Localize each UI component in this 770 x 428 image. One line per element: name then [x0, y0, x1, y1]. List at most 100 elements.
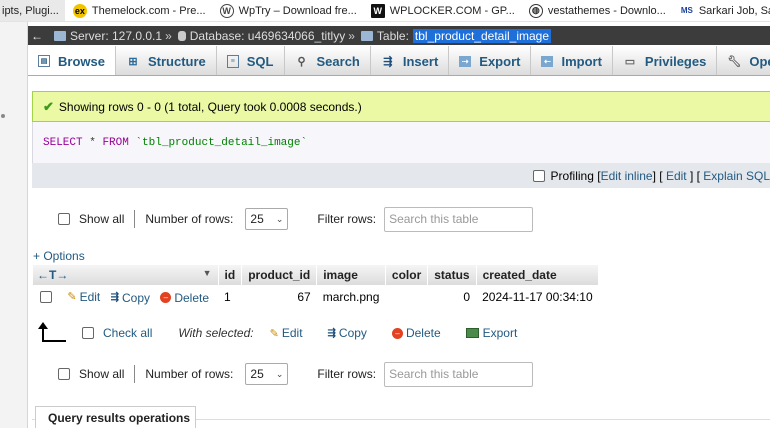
- rows-select[interactable]: 25 ⌄: [245, 363, 289, 385]
- tab-operations[interactable]: 🔧︎ Operations: [717, 46, 770, 75]
- edit-inline-link[interactable]: Edit inline: [601, 169, 653, 183]
- pencil-icon: ✎: [269, 327, 279, 340]
- search-icon: ⚲: [297, 55, 306, 68]
- explain-sql-link[interactable]: Explain SQL: [703, 169, 770, 183]
- tab-export[interactable]: ⇢ Export: [449, 46, 532, 75]
- column-header[interactable]: created_date: [476, 265, 600, 285]
- cell-created-date: 2024-11-17 00:34:10: [482, 290, 593, 304]
- bookmark-label: ipts, Plugi...: [2, 4, 59, 17]
- copy-icon: ⇶: [110, 292, 119, 304]
- bookmark-label: WpTry – Download fre...: [238, 4, 357, 17]
- chevron-down-icon: ⌄: [275, 213, 284, 224]
- show-all-label: Show all: [79, 212, 125, 226]
- tab-insert[interactable]: ⇶ Insert: [371, 46, 450, 75]
- column-header[interactable]: color: [385, 265, 429, 285]
- check-all-link[interactable]: Check all: [103, 326, 152, 340]
- divider: [134, 210, 136, 228]
- filter-label: Filter rows:: [317, 367, 377, 381]
- row-actions: ✎ Edit ⇶ Copy – Delete: [33, 285, 218, 309]
- bookmark-label: Sarkari Job, Sarkari Re...: [698, 4, 770, 17]
- show-all-checkbox[interactable]: [58, 368, 70, 380]
- bookmark-item[interactable]: MS Sarkari Job, Sarkari Re...: [680, 4, 770, 18]
- profiling-checkbox[interactable]: [532, 169, 545, 182]
- query-results-operations-tab[interactable]: Query results operations: [35, 406, 196, 428]
- breadcrumb-table-prefix[interactable]: Table:: [377, 29, 409, 43]
- return-arrow-icon: [38, 322, 66, 342]
- filter-input[interactable]: Search this table: [384, 361, 534, 387]
- sql-query-box[interactable]: SELECT * FROM `tbl_product_detail_image`: [32, 122, 770, 163]
- bookmark-item[interactable]: ex Themelock.com - Pre...: [72, 3, 206, 18]
- edit-link[interactable]: Edit: [666, 169, 687, 183]
- tab-search[interactable]: ⚲ Search: [285, 46, 371, 75]
- column-header[interactable]: status: [427, 265, 477, 285]
- structure-icon: ⊞: [128, 55, 138, 68]
- bulk-edit-button[interactable]: ✎ Edit: [270, 326, 303, 340]
- options-link[interactable]: + Options: [33, 249, 85, 263]
- success-message-text: Showing rows 0 - 0 (1 total, Query took …: [58, 99, 362, 114]
- breadcrumb-server[interactable]: Server: 127.0.0.1: [70, 29, 162, 43]
- bulk-copy-button[interactable]: ⇶ Copy: [328, 326, 367, 340]
- column-controls: ←T→ ▼: [33, 265, 219, 285]
- row-copy-label: Copy: [121, 290, 150, 305]
- column-arrows-icon[interactable]: ←T→: [37, 268, 68, 282]
- breadcrumb-table[interactable]: tbl_product_detail_image: [412, 28, 552, 43]
- tab-label: Structure: [147, 53, 206, 69]
- tab-privileges[interactable]: ▭ Privileges: [613, 46, 718, 75]
- rows-select[interactable]: 25 ⌄: [245, 208, 289, 230]
- pencil-icon: ✎: [67, 291, 77, 304]
- bookmark-item[interactable]: ipts, Plugi...: [0, 0, 65, 21]
- export-icon: [465, 328, 479, 338]
- show-all-checkbox[interactable]: [58, 213, 70, 225]
- row-delete-label: Delete: [174, 290, 210, 305]
- tab-import[interactable]: ⇠ Import: [531, 46, 613, 75]
- sort-triangle-icon[interactable]: ▼: [203, 268, 212, 278]
- column-header[interactable]: image: [316, 265, 386, 285]
- sarkari-icon: MS: [680, 6, 693, 15]
- sql-icon: ≡: [226, 54, 239, 68]
- check-all-checkbox[interactable]: [82, 327, 94, 339]
- row-checkbox[interactable]: [40, 291, 52, 304]
- table-icon: [360, 30, 373, 41]
- sql-keyword-from: FROM: [102, 136, 129, 149]
- bookmark-item[interactable]: W WpTry – Download fre...: [219, 3, 357, 18]
- bulk-export-label: Export: [482, 326, 518, 340]
- copy-icon: ⇶: [327, 327, 336, 339]
- insert-icon: ⇶: [383, 55, 393, 68]
- row-copy-button[interactable]: ⇶ Copy: [111, 291, 150, 305]
- side-dot: [1, 114, 5, 118]
- results-table: ←T→ ▼ id product_id image color status c…: [33, 265, 600, 309]
- row-edit-button[interactable]: ✎ Edit: [67, 290, 100, 304]
- table-icon: ▤: [38, 55, 50, 67]
- cell-status: 0: [463, 290, 471, 304]
- bulk-delete-button[interactable]: – Delete: [391, 326, 441, 340]
- tab-browse[interactable]: ▤ Browse: [28, 46, 116, 75]
- tab-label: Search: [316, 53, 360, 69]
- cell-color: [385, 285, 427, 309]
- tab-label: Insert: [402, 53, 439, 69]
- bookmark-item[interactable]: W WPLOCKER.COM - GP...: [370, 3, 515, 18]
- cell-id: 1: [224, 290, 231, 304]
- back-arrow-icon[interactable]: ←: [28, 29, 46, 43]
- column-header[interactable]: product_id: [241, 265, 318, 285]
- bookmark-item[interactable]: ◍ vestathemes - Downlo...: [528, 3, 666, 18]
- browser-side-strip: [0, 22, 28, 428]
- show-all-label: Show all: [79, 367, 125, 381]
- breadcrumb-database[interactable]: Database: u469634066_titlyy: [190, 29, 345, 43]
- row-delete-button[interactable]: – Delete: [160, 291, 209, 305]
- bulk-export-button[interactable]: Export: [465, 326, 518, 340]
- rows-select-value: 25: [250, 367, 264, 381]
- sql-keyword-select: SELECT: [43, 136, 83, 149]
- bookmarks-bar: ipts, Plugi... ex Themelock.com - Pre...…: [0, 0, 770, 22]
- success-message: ✔ Showing rows 0 - 0 (1 total, Query too…: [32, 91, 770, 122]
- bookmark-label: Themelock.com - Pre...: [91, 4, 206, 17]
- breadcrumb-separator: »: [348, 28, 355, 43]
- bottom-pagination: Show all Number of rows: 25 ⌄ Filter row…: [58, 361, 534, 387]
- rows-select-value: 25: [250, 212, 264, 226]
- tab-sql[interactable]: ≡ SQL: [217, 46, 285, 75]
- database-icon: [177, 30, 186, 41]
- filter-input[interactable]: Search this table: [384, 206, 534, 232]
- column-header[interactable]: id: [218, 265, 243, 285]
- top-pagination: Show all Number of rows: 25 ⌄ Filter row…: [58, 206, 534, 232]
- tab-structure[interactable]: ⊞ Structure: [116, 46, 217, 75]
- rows-label: Number of rows:: [145, 212, 234, 226]
